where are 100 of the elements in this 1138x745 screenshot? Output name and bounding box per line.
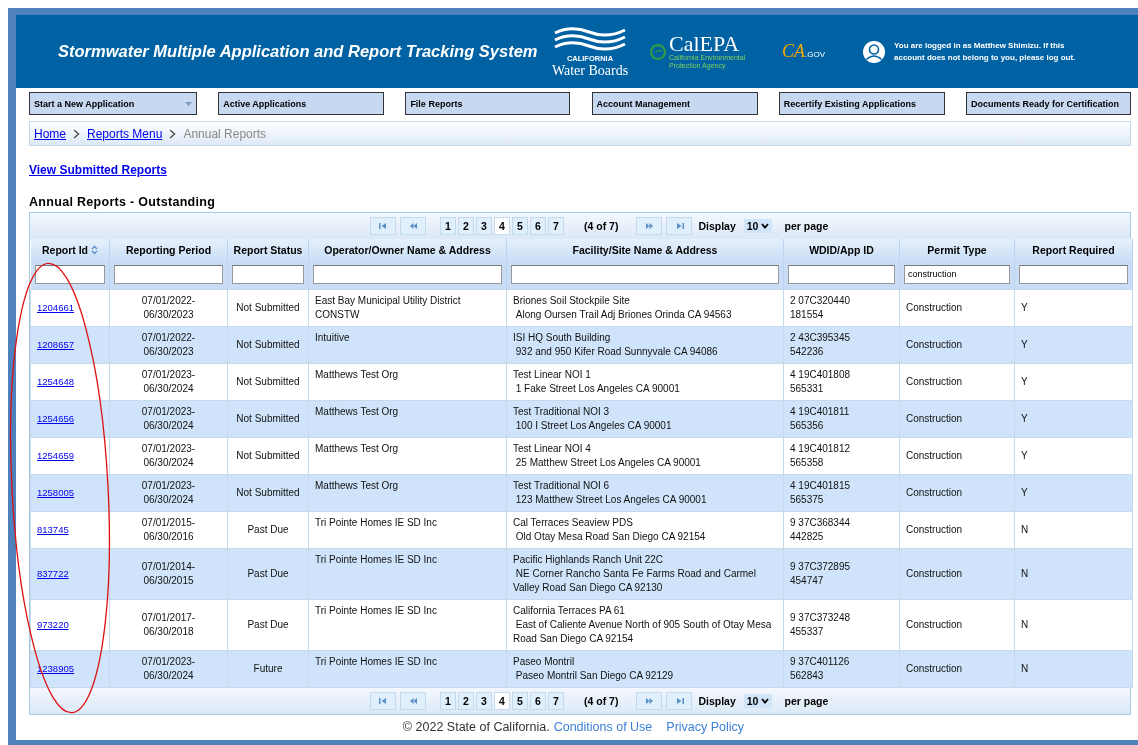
column-header: Reporting Period [109, 239, 228, 261]
previous-page-button[interactable] [400, 692, 426, 710]
table-cell-text: Not Submitted [235, 375, 301, 389]
table-cell-text: Test Traditional NOI 3 [513, 405, 611, 419]
report-id-link[interactable]: 837722 [37, 568, 69, 579]
page-button[interactable]: 2 [458, 692, 474, 710]
first-page-icon [378, 223, 388, 229]
report-id-link[interactable]: 1258005 [37, 487, 74, 498]
column-header[interactable]: Report Id [30, 239, 110, 261]
view-submitted-link[interactable]: View Submitted Reports [29, 163, 167, 177]
last-page-button[interactable] [666, 217, 693, 235]
filter-field[interactable] [511, 264, 779, 284]
table-cell-text: 442825 [790, 530, 825, 544]
nav-button[interactable]: Account Management [591, 92, 758, 115]
next-page-button[interactable] [636, 692, 663, 710]
page-button[interactable]: 7 [548, 217, 564, 235]
next-page-icon [644, 698, 654, 704]
page-button[interactable]: 5 [512, 692, 528, 710]
table-cell-text: Test Linear NOI 4 [513, 442, 592, 456]
page-button[interactable]: 5 [512, 217, 528, 235]
nav-button[interactable]: Start a New Application [29, 92, 197, 115]
report-id-link[interactable]: 1254659 [37, 450, 74, 461]
table-cell-text: 562843 [790, 669, 825, 683]
table-cell-text: Construction [906, 301, 964, 315]
per-page-select[interactable]: 10 [743, 219, 773, 233]
table-cell-text: 07/01/2022-06/30/2023 [140, 294, 197, 322]
table-cell-text: 07/01/2023-06/30/2024 [140, 479, 197, 507]
page-button[interactable]: 3 [476, 217, 492, 235]
table-cell-text: 07/01/2014-06/30/2015 [140, 560, 197, 588]
table-cell-text: 932 and 950 Kifer Road Sunnyvale CA 94086 [514, 345, 719, 359]
page-button[interactable]: 6 [530, 217, 546, 235]
page-button[interactable]: 6 [530, 692, 546, 710]
section-title: Annual Reports - Outstanding [29, 195, 217, 209]
table-cell-text: 4 19C401811 [790, 405, 851, 419]
footer-link[interactable]: Privacy Policy [666, 720, 745, 734]
table-cell-text: 455337 [790, 625, 825, 639]
footer-link[interactable]: Conditions of Use [553, 720, 653, 734]
filter-field[interactable] [788, 264, 895, 284]
logo-name-text: Water Boards [551, 63, 629, 78]
filter-field[interactable] [114, 264, 223, 284]
table-cell-text: Y [1021, 301, 1029, 315]
table-cell-text: Intuitive [315, 331, 351, 345]
filter-field[interactable] [1019, 264, 1128, 284]
table-cell-text: Construction [906, 523, 964, 537]
table-cell-text: Construction [906, 486, 964, 500]
table-cell-text: NE Corner Rancho Santa Fe Farms Road and Carmel Valley Road San Diego CA 92130 [513, 567, 757, 595]
table-cell-text: Matthews Test Org [315, 442, 400, 456]
breadcrumb-link[interactable]: Reports Menu [87, 126, 163, 141]
first-page-button[interactable] [370, 217, 396, 235]
page-button[interactable]: 3 [476, 692, 492, 710]
table-cell-text: Old Otay Mesa Road San Diego CA 92154 [514, 530, 707, 544]
page-button[interactable]: 4 [494, 692, 510, 710]
login-message: You are logged in as Matthew Shimizu. If this account does not belong to you, please log out. [894, 39, 1077, 64]
table-cell-text: Not Submitted [235, 301, 301, 315]
chevron-down-icon [761, 698, 770, 704]
column-header: Report Status [227, 239, 309, 261]
report-id-link[interactable]: 1254656 [37, 413, 74, 424]
nav-button[interactable]: Recertify Existing Applications [778, 92, 945, 115]
table-cell-text: Construction [906, 412, 964, 426]
filter-field[interactable] [34, 264, 105, 284]
per-page-label: per page [784, 695, 829, 707]
table-cell-text: Construction [906, 375, 964, 389]
table-cell-text: 07/01/2023-06/30/2024 [140, 368, 197, 396]
table-cell-text: Tri Pointe Homes IE SD Inc [315, 516, 438, 530]
per-page-label: per page [784, 220, 829, 232]
nav-button[interactable]: Active Applications [218, 92, 385, 115]
table-cell-text: ISI HQ South Building [513, 331, 612, 345]
table-cell-text: 100 I Street Los Angeles CA 90001 [514, 419, 673, 433]
page-button[interactable]: 4 [494, 217, 510, 235]
report-id-link[interactable]: 813745 [37, 524, 69, 535]
table-cell-text: 2 43C395345 [790, 331, 852, 345]
per-page-select[interactable]: 10 [743, 694, 773, 708]
table-cell-text: 4 19C401808 [790, 368, 852, 382]
page-button[interactable]: 2 [458, 217, 474, 235]
column-header: Permit Type [899, 239, 1015, 261]
display-label: Display [698, 695, 736, 707]
last-page-button[interactable] [666, 692, 693, 710]
nav-button[interactable]: Documents Ready for Certification [965, 92, 1131, 115]
table-cell-text: Not Submitted [235, 412, 301, 426]
filter-field[interactable] [313, 264, 502, 284]
first-page-button[interactable] [370, 692, 396, 710]
table-cell-text: Test Traditional NOI 6 [513, 479, 611, 493]
filter-field[interactable] [232, 264, 304, 284]
table-cell-text: 454747 [790, 574, 825, 588]
report-id-link[interactable]: 973220 [37, 619, 69, 630]
breadcrumb-link[interactable]: Home [34, 126, 66, 141]
filter-field[interactable]: construction [904, 264, 1010, 284]
report-id-link[interactable]: 1208657 [37, 339, 74, 350]
table-cell-text: Matthews Test Org [315, 405, 400, 419]
next-page-button[interactable] [636, 217, 663, 235]
page-button[interactable]: 1 [440, 217, 456, 235]
table-cell-text: Y [1021, 375, 1029, 389]
page-button[interactable]: 7 [548, 692, 564, 710]
nav-button[interactable]: File Reports [405, 92, 571, 115]
previous-page-button[interactable] [400, 217, 426, 235]
page-summary: (4 of 7) [584, 220, 619, 232]
report-id-link[interactable]: 1254648 [37, 376, 74, 387]
page-button[interactable]: 1 [440, 692, 456, 710]
report-id-link[interactable]: 1204661 [37, 302, 74, 313]
table-cell-text: Past Due [246, 523, 290, 537]
